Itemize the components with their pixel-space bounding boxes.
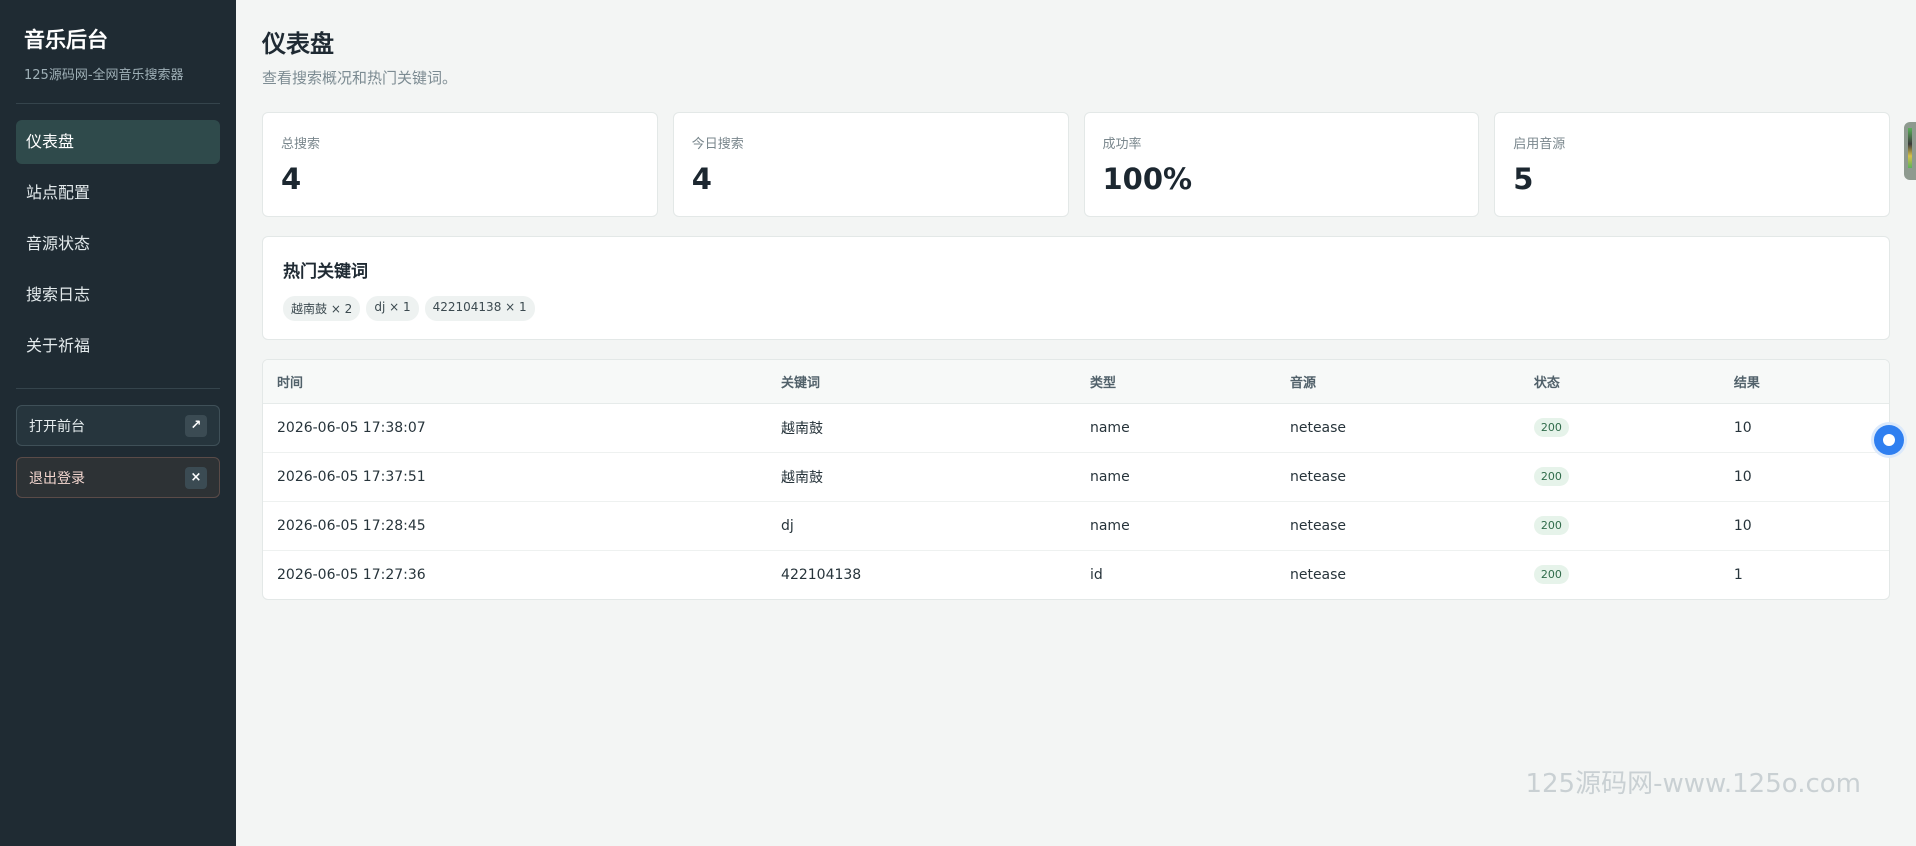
- cell-source: netease: [1289, 566, 1347, 583]
- table-row: 2026-06-05 17:28:45 dj name netease 200 …: [263, 501, 1889, 551]
- sidebar: 音乐后台 125源码网-全网音乐搜索器 仪表盘 站点配置 音源状态 搜索日志 关…: [0, 0, 236, 846]
- column-header-keyword: 关键词: [767, 360, 1076, 404]
- app-subtitle: 125源码网-全网音乐搜索器: [24, 68, 184, 83]
- page-subtitle: 查看搜索概况和热门关键词。: [262, 69, 458, 87]
- column-header-type: 类型: [1075, 360, 1276, 404]
- sidebar-item-dashboard[interactable]: 仪表盘: [16, 120, 220, 164]
- stat-value: 4: [281, 162, 302, 196]
- table-row: 2026-06-05 17:38:07 越南鼓 name netease 200…: [263, 403, 1889, 453]
- color-bar-icon: [1908, 128, 1912, 168]
- status-badge: 200: [1533, 467, 1569, 486]
- watermark-text: 125源码网-www.125o.com: [1525, 769, 1861, 799]
- cell-status: 200: [1520, 550, 1720, 599]
- cell-time: 2026-06-05 17:37:51: [263, 452, 768, 502]
- open-frontend-label: 打开前台: [29, 418, 85, 435]
- cell-type: name: [1075, 452, 1276, 502]
- table-row: 2026-06-05 17:37:51 越南鼓 name netease 200…: [263, 452, 1889, 502]
- cell-type: id: [1089, 566, 1103, 583]
- sidebar-item-search-log[interactable]: 搜索日志: [16, 273, 220, 317]
- external-link-icon: ↗: [185, 414, 207, 437]
- cell-keyword: 422104138: [781, 566, 862, 583]
- sidebar-item-site-config[interactable]: 站点配置: [16, 171, 220, 215]
- app: 音乐后台 125源码网-全网音乐搜索器 仪表盘 站点配置 音源状态 搜索日志 关…: [0, 0, 1916, 846]
- stat-label: 总搜索: [281, 137, 321, 152]
- floating-assistant-button[interactable]: [1874, 425, 1904, 455]
- cell-status: 200: [1519, 501, 1720, 551]
- cell-result: 1: [1733, 566, 1743, 583]
- cell-keyword: dj: [767, 501, 1076, 551]
- stat-label: 启用音源: [1513, 137, 1566, 152]
- stat-card-total-searches: 总搜索 4: [262, 112, 658, 217]
- status-badge: 200: [1533, 516, 1569, 535]
- stat-card-success-rate: 成功率 100%: [1083, 112, 1480, 217]
- open-frontend-button[interactable]: 打开前台 ↗: [16, 405, 220, 446]
- stat-value: 100%: [1102, 162, 1193, 196]
- cell-keyword: 越南鼓: [767, 403, 1076, 453]
- stats-row: 总搜索 4 今日搜索 4 成功率 100% 启用音源 5: [262, 112, 1890, 217]
- cell-status: 200: [1519, 403, 1720, 453]
- cell-keyword: 越南鼓: [767, 452, 1076, 502]
- cell-result: 10: [1719, 403, 1889, 453]
- cell-time: 2026-06-05 17:38:07: [263, 403, 768, 453]
- assistant-icon: [1883, 434, 1895, 446]
- cell-time: 2026-06-05 17:27:36: [277, 566, 426, 583]
- sidebar-divider: [16, 103, 220, 104]
- table-row: 2026-06-05 17:27:36 422104138 id netease…: [263, 550, 1889, 599]
- column-header-status: 状态: [1519, 360, 1720, 404]
- side-toolbar-handle[interactable]: [1904, 122, 1916, 180]
- column-header-source: 音源: [1275, 360, 1520, 404]
- cell-source: netease: [1275, 501, 1520, 551]
- page-title: 仪表盘: [262, 30, 334, 58]
- close-icon: ×: [185, 466, 207, 489]
- hot-keywords-title: 热门关键词: [283, 262, 368, 282]
- sidebar-item-about[interactable]: 关于祈福: [16, 324, 220, 368]
- column-header-time: 时间: [263, 360, 768, 404]
- hot-keywords-panel: 热门关键词 越南鼓 × 2 dj × 1 422104138 × 1: [262, 236, 1890, 340]
- stat-card-enabled-sources: 启用音源 5: [1494, 112, 1890, 217]
- cell-result: 10: [1719, 452, 1889, 502]
- keyword-tag-list: 越南鼓 × 2 dj × 1 422104138 × 1: [283, 296, 1869, 321]
- sidebar-item-source-status[interactable]: 音源状态: [16, 222, 220, 266]
- table-header-row: 时间 关键词 类型 音源 状态 结果: [263, 360, 1889, 404]
- sidebar-divider-bottom: [16, 388, 220, 389]
- cell-result: 10: [1719, 501, 1889, 551]
- status-badge: 200: [1533, 418, 1569, 437]
- keyword-tag: 越南鼓 × 2: [283, 296, 361, 321]
- cell-time: 2026-06-05 17:28:45: [263, 501, 768, 551]
- status-badge: 200: [1533, 565, 1569, 585]
- cell-status: 200: [1519, 452, 1720, 502]
- logout-button[interactable]: 退出登录 ×: [16, 457, 220, 498]
- cell-source: netease: [1275, 452, 1520, 502]
- stat-label: 成功率: [1102, 137, 1142, 152]
- stat-label: 今日搜索: [691, 137, 744, 152]
- cell-type: name: [1075, 403, 1276, 453]
- stat-value: 5: [1513, 162, 1534, 196]
- column-header-result: 结果: [1719, 360, 1889, 404]
- keyword-tag: dj × 1: [366, 296, 419, 321]
- main-content: 仪表盘 查看搜索概况和热门关键词。 总搜索 4 今日搜索 4 成功率 100% …: [236, 0, 1916, 846]
- logout-label: 退出登录: [29, 470, 85, 487]
- stat-value: 4: [691, 162, 712, 196]
- keyword-tag: 422104138 × 1: [424, 296, 535, 321]
- cell-source: netease: [1275, 403, 1520, 453]
- cell-type: name: [1075, 501, 1276, 551]
- search-log-table: 时间 关键词 类型 音源 状态 结果 2026-06-05 17:38:07 越…: [262, 359, 1890, 600]
- stat-card-today-searches: 今日搜索 4: [672, 112, 1069, 217]
- app-title: 音乐后台: [24, 28, 108, 52]
